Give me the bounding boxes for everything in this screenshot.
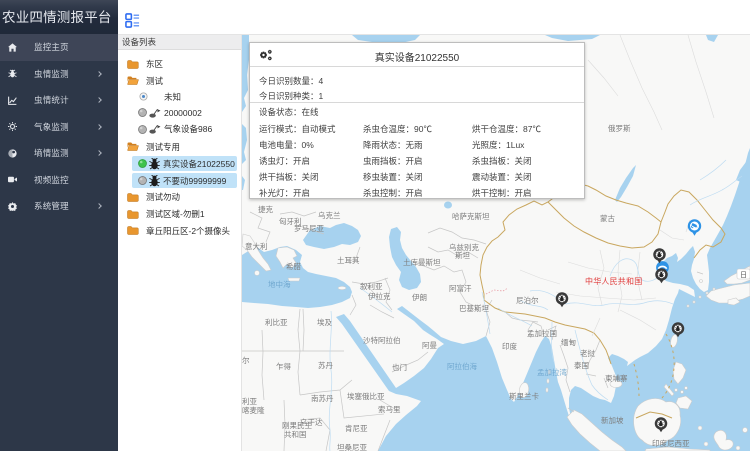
- svg-text:阿曼: 阿曼: [422, 341, 437, 350]
- svg-text:印度: 印度: [502, 341, 517, 351]
- svg-text:孟加拉湾: 孟加拉湾: [537, 367, 567, 377]
- svg-text:老挝: 老挝: [580, 348, 595, 358]
- svg-text:也门: 也门: [392, 362, 407, 372]
- svg-text:中华人民共和国: 中华人民共和国: [585, 276, 642, 286]
- svg-text:哈萨克斯坦: 哈萨克斯坦: [452, 211, 490, 221]
- svg-text:尔: 尔: [242, 355, 250, 365]
- svg-text:尼泊尔: 尼泊尔: [516, 295, 539, 305]
- svg-text:利亚: 利亚: [242, 396, 257, 406]
- svg-text:埃塞俄比亚: 埃塞俄比亚: [347, 391, 385, 401]
- svg-text:刚果民主: 刚果民主: [282, 420, 312, 430]
- svg-text:共和国: 共和国: [284, 430, 307, 439]
- svg-text:喀麦隆: 喀麦隆: [242, 405, 265, 415]
- svg-text:叙利亚: 叙利亚: [360, 281, 383, 291]
- svg-text:伊朗: 伊朗: [412, 292, 427, 302]
- svg-text:坦桑尼亚: 坦桑尼亚: [337, 442, 367, 451]
- svg-text:罗马尼亚: 罗马尼亚: [294, 224, 324, 233]
- svg-text:蒙古: 蒙古: [600, 213, 615, 223]
- svg-text:柬埔寨: 柬埔寨: [605, 373, 628, 383]
- svg-text:印度尼西亚: 印度尼西亚: [652, 438, 690, 448]
- svg-text:利比亚: 利比亚: [265, 317, 288, 327]
- svg-text:乍得: 乍得: [276, 361, 291, 371]
- svg-text:苏丹: 苏丹: [318, 360, 333, 370]
- svg-text:埃及: 埃及: [317, 317, 332, 327]
- svg-text:阿富汗: 阿富汗: [449, 283, 472, 293]
- svg-text:伊拉克: 伊拉克: [368, 291, 391, 301]
- svg-text:巴基斯坦: 巴基斯坦: [459, 303, 489, 313]
- svg-text:土耳其: 土耳其: [337, 255, 360, 265]
- svg-text:日: 日: [740, 271, 747, 279]
- svg-text:斯坦: 斯坦: [455, 250, 470, 260]
- svg-text:希腊: 希腊: [286, 261, 301, 271]
- svg-text:乌克兰: 乌克兰: [318, 210, 341, 220]
- svg-text:索马里: 索马里: [378, 404, 401, 414]
- svg-text:新加坡: 新加坡: [601, 415, 624, 425]
- svg-text:沙特阿拉伯: 沙特阿拉伯: [363, 335, 401, 345]
- svg-text:地中海: 地中海: [268, 279, 291, 289]
- svg-text:肯尼亚: 肯尼亚: [345, 423, 368, 433]
- svg-text:土库曼斯坦: 土库曼斯坦: [403, 257, 441, 267]
- svg-text:孟加拉国: 孟加拉国: [527, 328, 557, 338]
- svg-text:斯里兰卡: 斯里兰卡: [509, 391, 539, 401]
- svg-text:俄罗斯: 俄罗斯: [608, 123, 631, 133]
- svg-text:捷克: 捷克: [258, 204, 273, 214]
- svg-text:阿拉伯海: 阿拉伯海: [447, 361, 477, 371]
- svg-text:意大利: 意大利: [245, 241, 268, 251]
- svg-text:南苏丹: 南苏丹: [311, 393, 334, 403]
- svg-text:缅甸: 缅甸: [561, 337, 576, 347]
- svg-text:泰国: 泰国: [574, 360, 589, 370]
